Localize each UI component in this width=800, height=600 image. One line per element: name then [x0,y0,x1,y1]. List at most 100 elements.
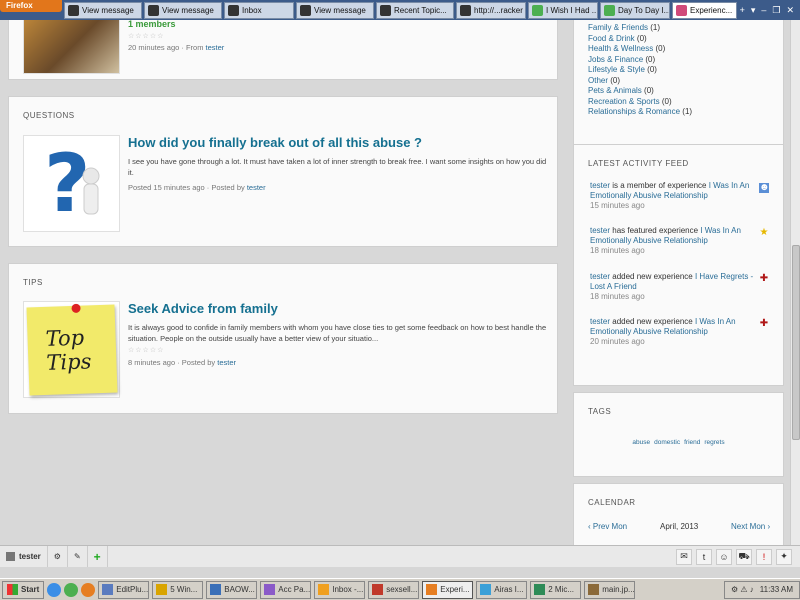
category-link[interactable]: Food & Drink [588,34,635,43]
browser-tab[interactable]: http://...racker [456,1,526,19]
tools-icon[interactable]: ✦ [776,548,792,565]
prev-month-link[interactable]: ‹ Prev Mon [588,522,627,531]
close-tab-icon[interactable]: ✕ [732,6,736,15]
taskbar-button[interactable]: EditPlu... [98,580,150,599]
category-link[interactable]: Lifestyle & Style [588,65,645,74]
plus-icon: + [93,549,101,564]
taskbar-button[interactable]: Airas I... [476,580,528,599]
friends-icon[interactable]: ☺ [716,548,732,565]
ie-icon[interactable] [47,582,62,597]
task-label: Experi... [440,585,470,594]
notification-icon[interactable]: ! [756,548,772,565]
scrollbar-thumb[interactable] [792,245,800,440]
activity-feed-panel: LATEST ACTIVITY FEED tester is a member … [573,144,784,386]
question-title[interactable]: How did you finally break out of all thi… [128,135,422,150]
taskbar-button[interactable]: main.jp... [584,580,636,599]
author-link[interactable]: tester [247,183,266,192]
tag-link[interactable]: friend [684,439,700,446]
tab-favicon-icon [148,4,159,16]
task-label: Acc Pa... [278,585,311,594]
feed-time: 18 minutes ago [590,292,645,301]
settings-button[interactable]: ⚙ [48,546,68,567]
new-tab-icon[interactable]: + [740,5,745,16]
taskbar-button[interactable]: BAOW... [206,580,258,599]
taskbar-button[interactable]: Experi... [422,580,474,599]
browser-tab[interactable]: I Wish I Had ... [528,1,598,19]
category-count: (0) [647,65,657,74]
sticky-note: Top Tips [26,303,118,396]
clock: 11:33 AM [759,585,793,594]
feed-user-link[interactable]: tester [590,226,610,235]
tip-meta-text: 8 minutes ago · Posted by [128,358,216,367]
category-link[interactable]: Other [588,76,608,85]
tab-label: Inbox [242,5,262,15]
question-thumbnail[interactable]: ? [23,135,120,232]
category-item: Food & Drink (0) [588,34,692,45]
browser-tab[interactable]: View message [64,1,142,19]
browser-tab[interactable]: Recent Topic... [376,1,454,19]
feed-user-link[interactable]: tester [590,272,610,281]
category-link[interactable]: Health & Wellness [588,44,653,53]
category-link[interactable]: Recreation & Sports [588,97,660,106]
tip-title[interactable]: Seek Advice from family [128,301,278,316]
members-count[interactable]: 1 members [128,20,176,29]
taskbar-button[interactable]: Acc Pa... [260,580,312,599]
tag-link[interactable]: abuse [632,439,650,446]
chrome-icon[interactable] [64,582,79,597]
author-link[interactable]: tester [217,358,236,367]
browser-tab[interactable]: View message [296,1,374,19]
feed-user-link[interactable]: tester [590,181,610,190]
twitter-icon[interactable]: t [696,548,712,565]
task-label: Inbox -... [332,585,364,594]
categories-panel: Family & Friends (1) Food & Drink (0) Heal… [573,20,784,148]
tip-thumbnail[interactable]: Top Tips [23,301,120,398]
firefox-icon[interactable] [81,582,96,597]
taskbar-button[interactable]: 2 Mic... [530,580,582,599]
category-link[interactable]: Pets & Animals [588,86,642,95]
category-link[interactable]: Family & Friends [588,23,648,32]
tab-label: Recent Topic... [394,5,447,15]
rating-stars[interactable]: ☆☆☆☆☆ [128,32,164,40]
section-title: QUESTIONS [23,111,75,120]
add-button[interactable]: + [88,546,108,567]
taskbar-button[interactable]: 5 Win... [152,580,204,599]
start-button[interactable]: Start [2,580,45,599]
task-label: main.jp... [602,585,635,594]
category-link[interactable]: Relationships & Romance [588,107,680,116]
next-month-link[interactable]: Next Mon › [731,522,770,531]
browser-tab[interactable]: Inbox [224,1,294,19]
cart-icon[interactable]: ⛟ [736,548,752,565]
category-count: (0) [661,96,672,106]
section-title: TAGS [588,407,612,416]
experience-thumbnail[interactable] [23,20,120,74]
edit-button[interactable]: ✎ [68,546,88,567]
tag-link[interactable]: regrets [704,439,724,446]
category-count: (0) [636,33,647,43]
task-list: EditPlu... 5 Win... BAOW... Acc Pa... Inbox … [95,580,636,599]
close-window-icon[interactable]: ✕ [786,5,794,16]
tag-link[interactable]: domestic [654,439,680,446]
feed-user-link[interactable]: tester [590,317,610,326]
tab-list-icon[interactable]: ▾ [751,5,756,16]
user-menu[interactable]: tester [0,546,48,567]
browser-tab[interactable]: Day To Day I... [600,1,670,19]
task-app-icon [480,584,492,595]
taskbar-button[interactable]: sexsell... [368,580,420,599]
tags-panel: TAGS abuse domestic friend regrets [573,392,784,477]
category-count: (1) [682,107,693,116]
taskbar-button[interactable]: Inbox -... [314,580,366,599]
minimize-icon[interactable]: – [761,5,766,16]
pin-icon [71,303,81,313]
page-scrollbar[interactable] [790,20,800,545]
tray-icons[interactable]: ⚙ ⚠ ♪ [731,585,754,594]
firefox-menu-button[interactable]: Firefox [0,0,62,12]
browser-tab[interactable]: View message [144,1,222,19]
rating-stars[interactable]: ☆☆☆☆☆ [128,346,164,354]
mail-icon[interactable]: ✉ [676,548,692,565]
question-mark-icon: ? [44,137,100,230]
author-link[interactable]: tester [206,43,225,52]
browser-tab[interactable]: Experienc...✕ [672,1,737,19]
restore-icon[interactable]: ❐ [772,5,780,16]
browser-tab-bar: Firefox View message View message Inbox Vie… [0,0,800,20]
category-link[interactable]: Jobs & Finance [588,55,643,64]
